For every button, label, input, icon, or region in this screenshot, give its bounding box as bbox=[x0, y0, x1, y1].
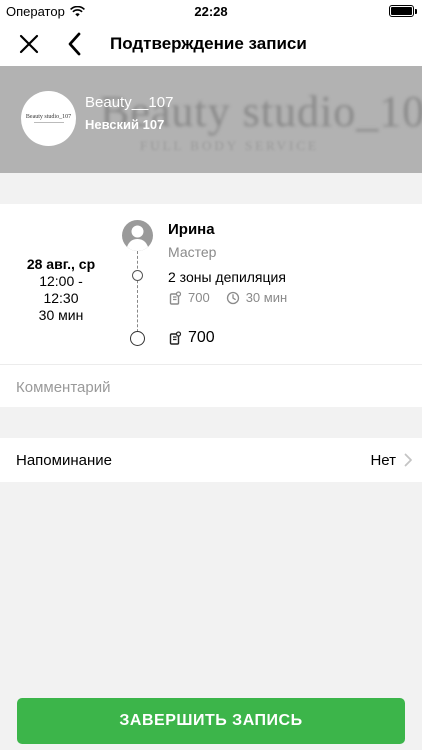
timeline-total-dot bbox=[130, 331, 145, 346]
service-name: 2 зоны депиляция bbox=[168, 269, 286, 285]
appointment-datetime: 28 авг., ср 12:00 - 12:30 30 мин bbox=[0, 256, 122, 324]
reminder-value: Нет bbox=[370, 452, 396, 469]
appointment-duration: 30 мин bbox=[38, 307, 84, 323]
logo-text: Beauty studio_107 bbox=[25, 114, 72, 120]
user-silhouette-icon bbox=[126, 225, 149, 251]
salon-logo: Beauty studio_107 bbox=[21, 91, 76, 146]
service-price: 700 bbox=[188, 290, 210, 305]
service-duration: 30 мин bbox=[245, 290, 288, 305]
reminder-label: Напоминание bbox=[16, 452, 112, 469]
timeline-service-dot bbox=[132, 270, 143, 281]
master-name: Ирина bbox=[168, 221, 215, 238]
comment-input[interactable] bbox=[16, 375, 406, 399]
status-bar: Оператор 22:28 bbox=[0, 0, 422, 22]
appointment-time-from: 12:00 - bbox=[39, 273, 83, 289]
chevron-left-icon[interactable] bbox=[64, 30, 86, 58]
booking-total: 700 bbox=[168, 329, 215, 347]
total-price: 700 bbox=[188, 329, 215, 346]
cover-image-subtext: FULL BODY SERVICE bbox=[140, 138, 320, 153]
timeline-line bbox=[137, 251, 138, 337]
master-avatar bbox=[122, 220, 153, 251]
close-icon[interactable] bbox=[16, 31, 42, 57]
navigation-bar: Подтверждение записи bbox=[0, 22, 422, 66]
salon-name: Beauty__107 bbox=[85, 94, 174, 111]
logo-divider bbox=[33, 122, 64, 123]
appointment-date: 28 авг., ср bbox=[26, 256, 96, 272]
salon-address: Невский 107 bbox=[85, 117, 165, 132]
page-title: Подтверждение записи bbox=[110, 34, 307, 53]
salon-header: Beauty studio_107 FULL BODY SERVICE Beau… bbox=[0, 66, 422, 173]
service-meta: 700 30 мин bbox=[168, 290, 287, 305]
reminder-row[interactable]: Напоминание Нет bbox=[0, 438, 422, 482]
status-time: 22:28 bbox=[194, 4, 228, 19]
appointment-time-to: 12:30 bbox=[43, 290, 79, 306]
comment-section bbox=[0, 364, 422, 407]
battery-icon bbox=[389, 5, 417, 17]
price-tag-icon bbox=[169, 290, 182, 305]
chevron-right-icon bbox=[404, 453, 412, 467]
master-role: Мастер bbox=[168, 244, 217, 260]
booking-details: 28 авг., ср 12:00 - 12:30 30 мин Ирина М… bbox=[0, 204, 422, 364]
price-tag-icon bbox=[169, 331, 182, 345]
clock-icon bbox=[226, 291, 239, 304]
finish-booking-button[interactable]: ЗАВЕРШИТЬ ЗАПИСЬ bbox=[17, 698, 405, 744]
